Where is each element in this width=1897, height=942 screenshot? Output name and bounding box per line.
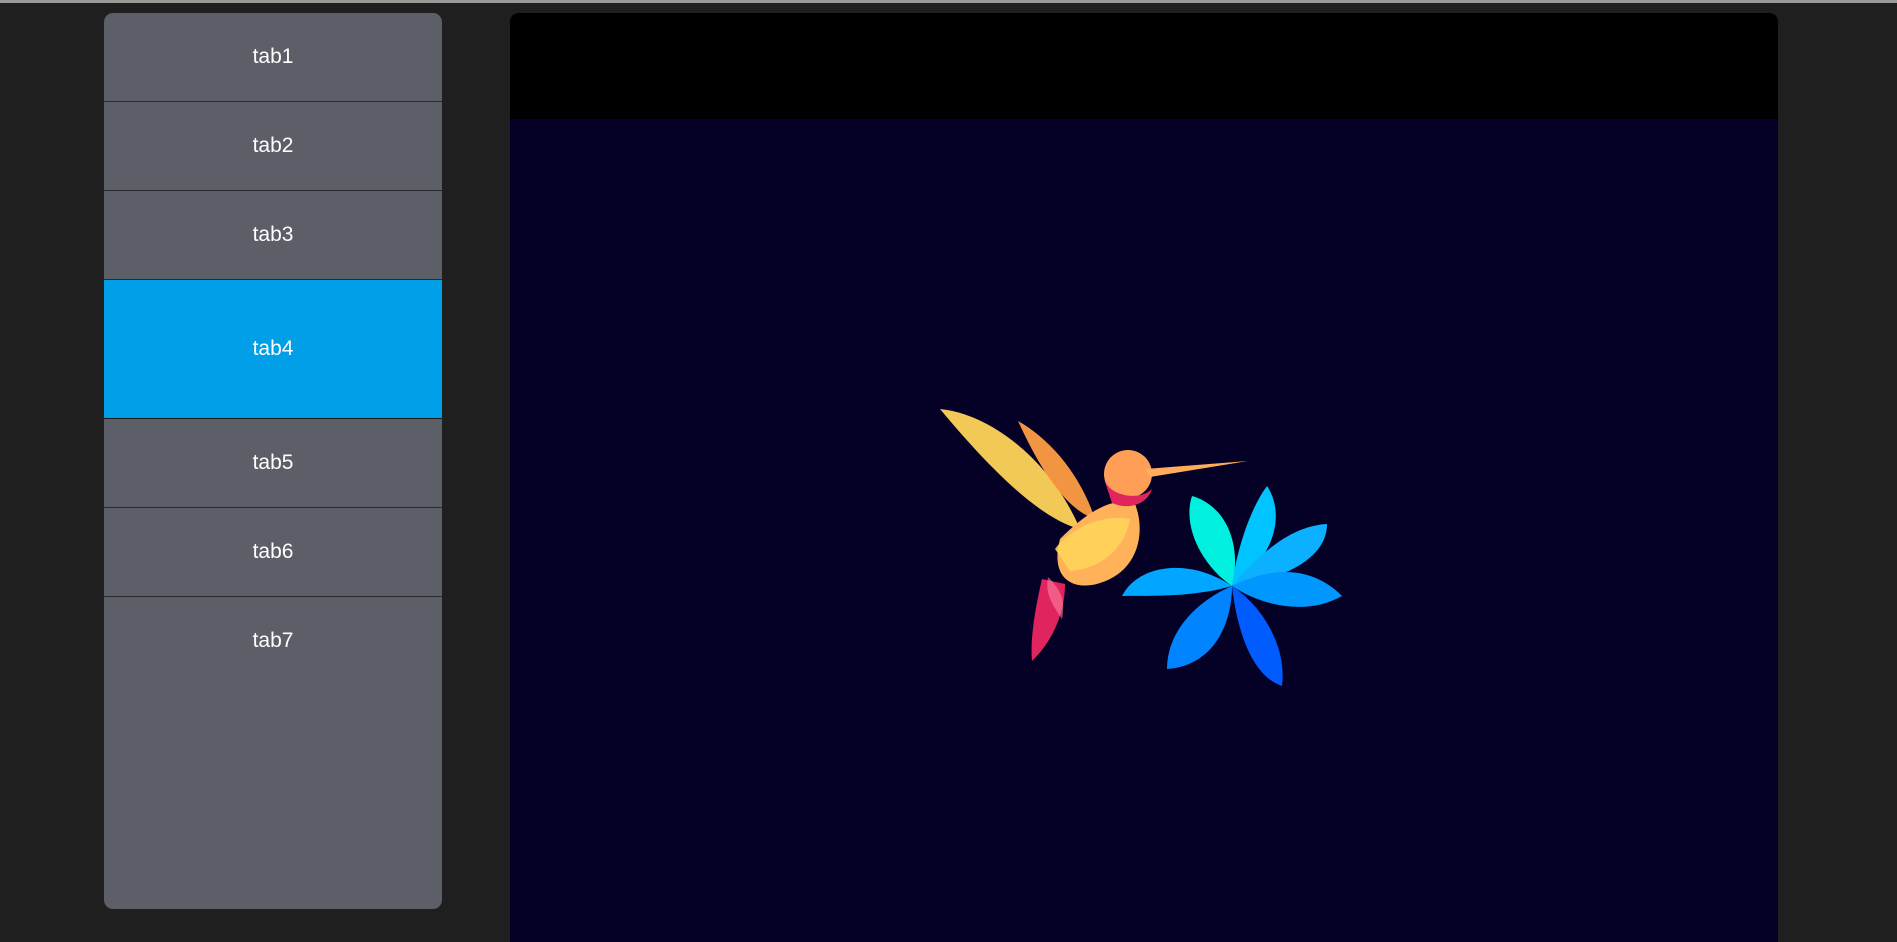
flower-icon bbox=[1122, 486, 1342, 686]
tab-sidebar: tab1 tab2 tab3 tab4 tab5 tab6 tab7 bbox=[104, 13, 442, 909]
tab-4-active[interactable]: tab4 bbox=[104, 280, 442, 419]
content-header bbox=[510, 13, 1778, 119]
tab-7[interactable]: tab7 bbox=[104, 597, 442, 653]
tab-1[interactable]: tab1 bbox=[104, 13, 442, 102]
hummingbird-flower-illustration bbox=[940, 409, 1342, 686]
tab-2[interactable]: tab2 bbox=[104, 102, 442, 191]
tab-3[interactable]: tab3 bbox=[104, 191, 442, 280]
content-body bbox=[510, 119, 1778, 942]
tab-5[interactable]: tab5 bbox=[104, 419, 442, 508]
window-top-border bbox=[0, 0, 1897, 3]
tab-6[interactable]: tab6 bbox=[104, 508, 442, 597]
content-panel bbox=[510, 13, 1778, 942]
